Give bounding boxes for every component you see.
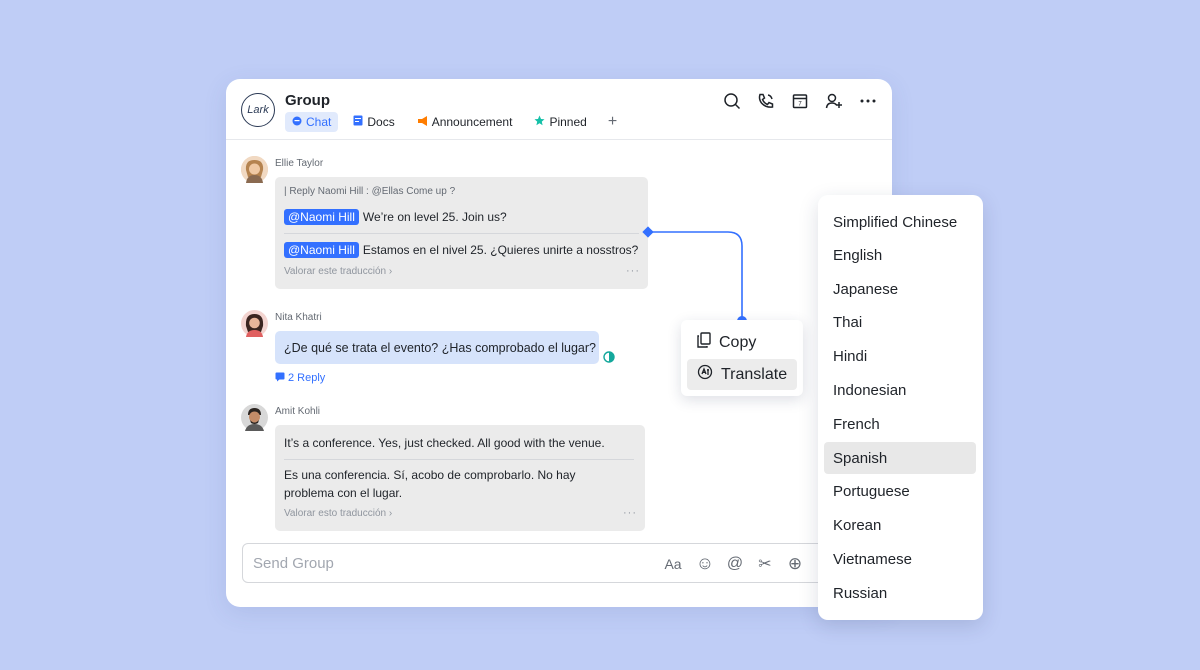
language-option[interactable]: Korean (824, 509, 976, 541)
copy-menu-item[interactable]: Copy (687, 327, 797, 358)
translate-menu-item[interactable]: Translate (687, 359, 797, 390)
language-option[interactable]: English (824, 239, 976, 271)
language-option[interactable]: French (824, 408, 976, 440)
copy-label: Copy (719, 333, 757, 351)
language-option[interactable]: Japanese (824, 273, 976, 305)
language-option[interactable]: Vietnamese (824, 543, 976, 575)
connector-line (642, 226, 747, 326)
language-option-selected[interactable]: Spanish (824, 442, 976, 474)
copy-icon (697, 332, 711, 353)
language-option[interactable]: Hindi (824, 340, 976, 372)
message-context-menu: Copy Translate (681, 320, 803, 396)
language-option[interactable]: Simplified Chinese (824, 206, 976, 238)
language-option[interactable]: Russian (824, 577, 976, 609)
language-option[interactable]: Portuguese (824, 475, 976, 507)
translate-label: Translate (721, 365, 788, 383)
language-option[interactable]: Thai (824, 306, 976, 338)
language-option[interactable]: Indonesian (824, 374, 976, 406)
language-menu: Simplified Chinese English Japanese Thai… (818, 195, 983, 620)
translate-icon (697, 364, 713, 385)
